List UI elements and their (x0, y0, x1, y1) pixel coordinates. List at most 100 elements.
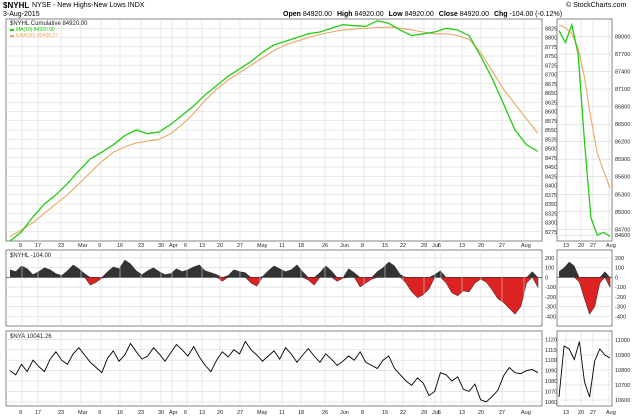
legend-ema-swatch (10, 35, 14, 37)
nya-xtick-10: 13 (199, 410, 205, 416)
nya-xtick-18: 8 (361, 410, 364, 416)
mainz-xtick-3: Aug (606, 243, 616, 249)
nya-frame (5, 330, 543, 407)
mainz-xtick-1: 20 (578, 243, 584, 249)
main-xtick-12: 27 (237, 243, 243, 249)
nya-xtick-5: 16 (117, 410, 123, 416)
nya-xtick-19: 15 (382, 410, 388, 416)
mainz-ytick-9: 85300 (615, 192, 630, 198)
main-xtick-21: 29 (421, 243, 427, 249)
main-xtick-7: 30 (158, 243, 164, 249)
main-xtick-3: Mar (78, 243, 88, 249)
main-zoom-frame (556, 18, 613, 242)
nyaz-xtick-1: 20 (578, 410, 584, 416)
nya-zoom-frame (556, 330, 613, 407)
mainz-ytick-3: 87100 (615, 87, 630, 93)
nyaz-ytick-3: 10700 (615, 383, 630, 389)
nya-xtick-9: 6 (184, 410, 187, 416)
nya-xtick-20: 22 (400, 410, 406, 416)
mainz-ytick-4: 86800 (615, 105, 630, 111)
main-xtick-19: 15 (382, 243, 388, 249)
nya-xtick-25: 20 (478, 410, 484, 416)
nyaz-ytick-4: 10600 (615, 398, 630, 404)
histz-ytick-1: 100 (615, 266, 624, 272)
mainz-ytick-6: 86200 (615, 140, 630, 146)
mainz-ytick-0: 88000 (615, 35, 630, 41)
hist-ytick-6: -400 (545, 314, 556, 320)
main-xtick-25: 20 (478, 243, 484, 249)
histz-ytick-5: -300 (615, 305, 626, 311)
mainz-ytick-5: 86500 (615, 122, 630, 128)
nya-xtick-6: 23 (138, 410, 144, 416)
nyaz-xtick-0: 13 (563, 410, 569, 416)
legend-nya: $NYA 10041.26 (10, 334, 52, 340)
main-xtick-26: 27 (499, 243, 505, 249)
main-xtick-1: 17 (35, 243, 41, 249)
main-xtick-15: 18 (298, 243, 304, 249)
mainz-xtick-2: 27 (590, 243, 596, 249)
nyaz-ytick-2: 10800 (615, 368, 630, 374)
histz-ytick-2: 0 (615, 275, 618, 281)
nya-xtick-3: Mar (78, 410, 88, 416)
main-xtick-5: 16 (117, 243, 123, 249)
main-xtick-17: Jun (340, 243, 349, 249)
main-xtick-4: 9 (98, 243, 101, 249)
nya-xtick-12: 27 (237, 410, 243, 416)
histz-ytick-4: -200 (615, 295, 626, 301)
mainz-ytick-2: 87400 (615, 70, 630, 76)
nyaz-xtick-2: 27 (590, 410, 596, 416)
nya-xtick-26: 27 (499, 410, 505, 416)
main-xtick-20: 22 (400, 243, 406, 249)
legend-sma-swatch (10, 29, 14, 31)
hist-ytick-2: 0 (545, 275, 548, 281)
histz-ytick-6: -400 (615, 314, 626, 320)
main-xtick-6: 23 (138, 243, 144, 249)
hist-ytick-0: 200 (545, 256, 554, 262)
hist-ytick-1: 100 (545, 266, 554, 272)
nya-xtick-23: 6 (438, 410, 441, 416)
hist-ytick-5: -300 (545, 305, 556, 311)
main-xtick-13: May (257, 243, 268, 249)
nya-xtick-4: 9 (98, 410, 101, 416)
histz-ytick-0: 200 (615, 256, 624, 262)
nya-xtick-21: 29 (421, 410, 427, 416)
hist-ytick-3: -100 (545, 285, 556, 291)
main-xtick-9: 6 (184, 243, 187, 249)
main-xtick-11: 20 (217, 243, 223, 249)
main-xtick-27: Aug (521, 243, 531, 249)
nya-xtick-7: 30 (158, 410, 164, 416)
histz-ytick-3: -100 (615, 285, 626, 291)
nya-xtick-15: 18 (298, 410, 304, 416)
nyaz-xtick-3: Aug (606, 410, 616, 416)
nya-xtick-14: 11 (279, 410, 285, 416)
main-xtick-24: 13 (459, 243, 465, 249)
nya-xtick-8: Apr (169, 410, 178, 416)
hist-ytick-4: -200 (545, 295, 556, 301)
mainz-ytick-12: 84600 (615, 233, 630, 239)
main-xtick-0: 9 (19, 243, 22, 249)
nya-xtick-2: 23 (58, 410, 64, 416)
main-xtick-10: 13 (199, 243, 205, 249)
nya-xtick-0: 9 (19, 410, 22, 416)
nya-xtick-17: Jun (340, 410, 349, 416)
mainz-ytick-8: 85600 (615, 175, 630, 181)
main-xtick-23: 6 (438, 243, 441, 249)
legend-ema: EMA(30) 85408.27 (16, 33, 58, 39)
nyaz-ytick-0: 11000 (615, 338, 630, 344)
main-xtick-18: 8 (361, 243, 364, 249)
chart-canvas: 8825088000877508750087250870008675086500… (5, 18, 630, 416)
main-xtick-16: 26 (322, 243, 328, 249)
nya-xtick-27: Aug (521, 410, 531, 416)
nyaz-ytick-1: 10900 (615, 353, 630, 359)
main-xtick-8: Apr (169, 243, 178, 249)
mainz-ytick-1: 87700 (615, 52, 630, 58)
legend-hist: $NYHL -104.00 (10, 253, 52, 259)
nya-xtick-1: 17 (35, 410, 41, 416)
mainz-ytick-7: 85900 (615, 157, 630, 163)
mainz-xtick-0: 13 (563, 243, 569, 249)
main-xtick-2: 23 (58, 243, 64, 249)
nya-xtick-16: 26 (322, 410, 328, 416)
nya-xtick-13: May (257, 410, 268, 416)
mainz-ytick-10: 85000 (615, 210, 630, 216)
main-xtick-14: 11 (279, 243, 285, 249)
